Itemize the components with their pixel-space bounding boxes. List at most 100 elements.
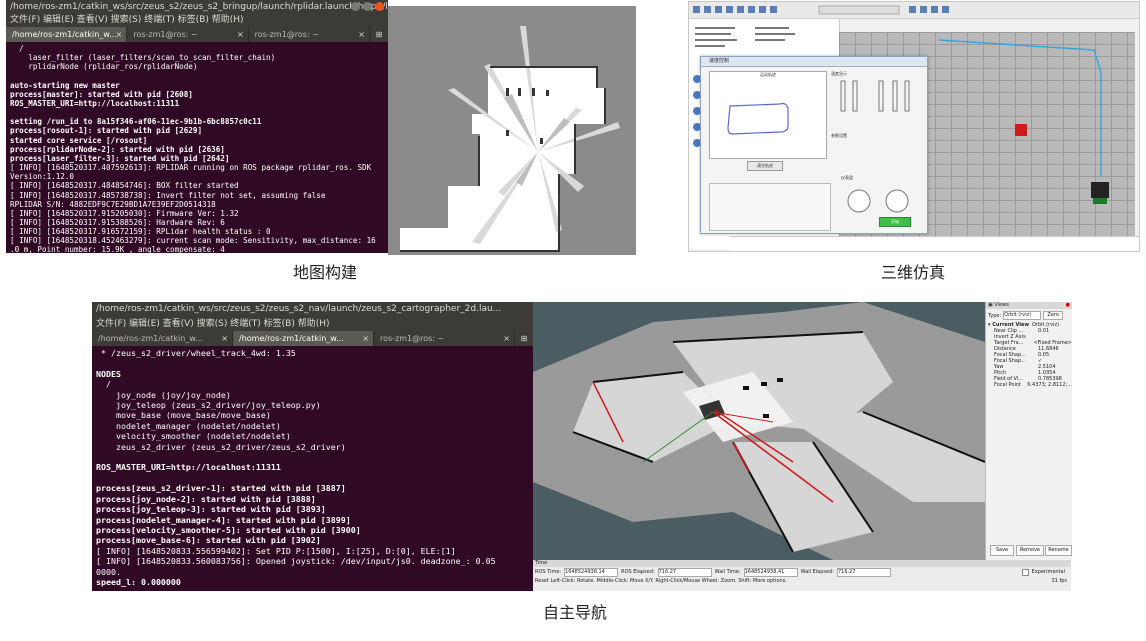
zero-button[interactable]: Zero — [1043, 311, 1064, 320]
property-key: Focal Point — [994, 382, 1021, 388]
terminal-titlebar[interactable]: /home/ros-zm1/catkin_ws/src/zeus_s2/zeus… — [6, 0, 388, 14]
close-tab-icon[interactable]: × — [237, 27, 244, 42]
terminal-line: setting /run_id to 8a15f346-af06-11ec-9b… — [10, 117, 262, 127]
terminal-tab[interactable]: ros-zm1@ros: ~ × — [127, 27, 248, 42]
terminal-line: process[master]: started with pid [2608] — [10, 89, 193, 99]
trajectory-plot — [727, 102, 789, 135]
terminal-tab[interactable]: /home/ros-zm1/catkin_w... × — [6, 27, 127, 42]
rename-view-button[interactable]: Rename — [1045, 545, 1072, 556]
close-tab-icon[interactable]: × — [503, 331, 510, 346]
toolbar-icons — [693, 5, 949, 15]
terminal-line: / — [96, 379, 111, 390]
maximize-icon[interactable] — [363, 2, 372, 11]
terminal-output[interactable]: * /zeus_s2_driver/wheel_track_4wd: 1.35 … — [92, 346, 533, 589]
new-tab-icon[interactable]: ⊞ — [369, 27, 388, 42]
terminal-line: [ INFO] [1648520317.485738738]: Invert f… — [10, 190, 326, 200]
start-button[interactable]: 开始 — [879, 217, 911, 227]
terminal-output[interactable]: / laser_filter (laser_filters/scan_to_sc… — [6, 42, 388, 253]
terminal-line: laser_filter (laser_filters/scan_to_scan… — [10, 53, 276, 63]
terminal-menubar[interactable]: 文件(F) 编辑(E) 查看(V) 搜索(S) 终端(T) 标签(B) 帮助(H… — [6, 14, 388, 27]
terminal-line: process[zeus_s2_driver-1]: started with … — [96, 483, 346, 494]
terminal-line: [ INFO] [1648520317.915388526]: Hardware… — [10, 217, 225, 227]
terminal-tab[interactable]: ros-zm1@ros: ~ × — [248, 27, 369, 42]
ros-elapsed-field: 716.27 — [657, 567, 712, 577]
terminal-line: [ INFO] [1648520318.452463279]: current … — [10, 236, 376, 246]
terminal-line: * /zeus_s2_driver/wheel_track_4wd: 1.35 — [96, 348, 296, 358]
terminal-line: joy_teleop (zeus_s2_driver/joy_teleop.py… — [96, 400, 321, 411]
mapping-terminal[interactable]: /home/ros-zm1/catkin_ws/src/zeus_s2/zeus… — [6, 0, 388, 253]
view-properties[interactable]: ▾ Current View Orbit (rviz) Near Clip ..… — [986, 322, 1072, 388]
status-hint: Reset Left-Click: Rotate. Middle-Click: … — [535, 578, 787, 584]
occupancy-map — [388, 6, 636, 255]
terminal-tabbar: /home/ros-zm1/catkin_w... × ros-zm1@ros: … — [6, 27, 388, 42]
close-tab-icon[interactable]: × — [358, 27, 365, 42]
terminal-line: .0 m, Point number: 15.9K , angle_compen… — [10, 245, 225, 253]
view-type-select[interactable]: Orbit (rviz) — [1003, 311, 1042, 320]
terminal-line: nodelet_manager (nodelet/nodelet) — [96, 420, 281, 431]
gazebo-toolbar[interactable] — [689, 2, 1139, 19]
speed-input-section[interactable] — [709, 183, 831, 231]
terminal-title: /home/ros-zm1/catkin_ws/src/zeus_s2/zeus… — [10, 2, 388, 12]
property-value: 6.4373; 2.8112;... — [1027, 382, 1072, 388]
terminal-line: ROS_MASTER_URI=http://localhost:11311 — [96, 462, 281, 473]
terminal-line: speed_l: 0.000000 — [96, 576, 181, 587]
terminal-tab[interactable]: /home/ros-zm1/catkin_w... × — [233, 331, 373, 346]
fps-readout: 31 fps — [1051, 578, 1068, 584]
new-tab-icon[interactable]: ⊞ — [515, 331, 533, 346]
rviz-window[interactable]: ▣ Views ● Type: Orbit (rviz) Zero ▾ Curr… — [533, 302, 1072, 591]
caption-simulation: 三维仿真 — [880, 263, 945, 282]
terminal-line: auto-starting new master — [10, 80, 120, 90]
terminal-line: joy_node (joy/joy_node) — [96, 389, 231, 400]
terminal-titlebar[interactable]: /home/ros-zm1/catkin_ws/src/zeus_s2/zeus… — [92, 302, 533, 317]
navigation-terminal[interactable]: /home/ros-zm1/catkin_ws/src/zeus_s2/zeus… — [92, 302, 533, 591]
terminal-line: [ INFO] [1648520833.560083756]: Opened j… — [96, 556, 496, 567]
property-list[interactable]: Near Clip ... 0.01 Invert Z Axis Target Fra… — [988, 328, 1072, 388]
caption-navigation: 自主导航 — [542, 603, 607, 622]
terminal-line: process[rosout-1]: started with pid [262… — [10, 126, 203, 136]
time-panel: Time ROS Time: 1648524938.14 ROS Elapsed… — [533, 560, 1071, 591]
save-view-button[interactable]: Save — [990, 545, 1014, 556]
close-tab-icon[interactable]: × — [116, 27, 123, 42]
ros-time-field: 1648524938.14 — [564, 567, 619, 577]
terminal-line: [ INFO] [1648520317.407592613]: RPLIDAR … — [10, 163, 372, 173]
minimize-icon[interactable] — [351, 2, 360, 11]
terminal-line: [ INFO] [1648520317.916572159]: RPLidar … — [10, 227, 271, 237]
terminal-line: 0000. — [96, 566, 121, 577]
speed-bars — [840, 80, 910, 112]
terminal-tabbar: /home/ros-zm1/catkin_w... × /home/ros-zm1… — [92, 331, 533, 346]
close-tab-icon[interactable]: × — [362, 331, 369, 346]
close-panel-icon[interactable]: ● — [1066, 302, 1070, 309]
rviz-3d-view[interactable] — [533, 302, 985, 560]
terminal-line: started core service [/rosout] — [10, 135, 148, 145]
views-panel[interactable]: ▣ Views ● Type: Orbit (rviz) Zero ▾ Curr… — [985, 302, 1072, 560]
close-tab-icon[interactable]: × — [221, 331, 228, 346]
terminal-line: [ INFO] [1648520317.915205030]: Firmware… — [10, 208, 239, 218]
terminal-line: process[move_base-6]: started with pid [… — [96, 535, 321, 546]
navigation-map — [533, 302, 985, 560]
terminal-line: Version:1.12.0 — [10, 172, 75, 182]
experimental-checkbox[interactable] — [1021, 568, 1029, 576]
remove-view-button[interactable]: Remove — [1016, 545, 1044, 556]
terminal-line: process[joy_teleop-3]: started with pid … — [96, 504, 326, 515]
dialog-title: 速度控制 — [701, 57, 927, 67]
slam-map-view[interactable] — [388, 6, 636, 255]
terminal-menubar[interactable]: 文件(F) 编辑(E) 查看(V) 搜索(S) 终端(T) 标签(B) 帮助(H… — [92, 317, 533, 331]
speed-control-dialog[interactable]: 速度控制 运动轨迹 清空轨迹 速度显示 参数设置 仪表盘 开始 — [700, 56, 928, 234]
property-value: 0.01 — [1038, 328, 1050, 334]
terminal-line: rplidarNode (rplidar_ros/rplidarNode) — [10, 62, 198, 72]
terminal-tab[interactable]: ros-zm1@ros: ~ × — [374, 331, 514, 346]
terminal-tab[interactable]: /home/ros-zm1/catkin_w... × — [92, 331, 232, 346]
window-controls — [351, 2, 384, 11]
speed-display-section: 速度显示 — [831, 71, 921, 131]
close-icon[interactable] — [375, 2, 384, 11]
property-row[interactable]: Focal Point 6.4373; 2.8112;... — [988, 382, 1072, 388]
terminal-line: process[joy_node-2]: started with pid [3… — [96, 493, 316, 504]
time-panel-title: Time — [533, 560, 1071, 567]
clear-trajectory-button[interactable]: 清空轨迹 — [747, 161, 783, 171]
terminal-line: move_base (move_base/move_base) — [96, 410, 271, 421]
terminal-line: process[rplidarNode-2]: started with pid… — [10, 144, 225, 154]
terminal-line: / — [10, 44, 24, 53]
